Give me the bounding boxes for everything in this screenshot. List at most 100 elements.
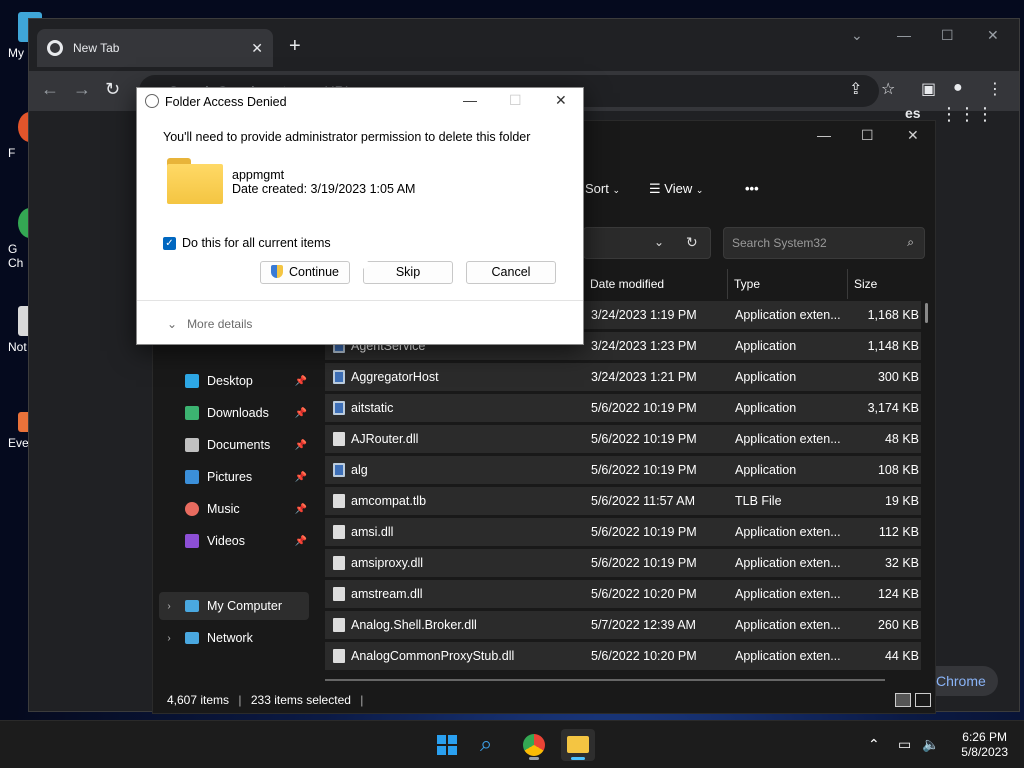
file-type: Application xyxy=(735,339,797,353)
continue-label: Continue xyxy=(288,265,340,279)
nav-item-label: Pictures xyxy=(207,470,253,484)
file-name: Analog.Shell.Broker.dll xyxy=(351,618,477,632)
chrome-tab[interactable]: New Tab ✕ xyxy=(37,29,273,67)
clock[interactable]: 6:26 PM 5/8/2023 xyxy=(961,730,1008,760)
table-row[interactable]: AJRouter.dll 5/6/2022 10:19 PM Application… xyxy=(325,425,921,453)
file-date-modified: 5/6/2022 10:20 PM xyxy=(591,649,697,663)
minimize-icon[interactable]: — xyxy=(897,27,911,43)
address-bar[interactable]: ⌄ ↻ xyxy=(583,227,711,259)
table-row[interactable]: aitstatic 5/6/2022 10:19 PM Application 3,1… xyxy=(325,394,921,422)
file-explorer-icon xyxy=(567,736,589,753)
pin-icon: 📌 xyxy=(294,439,307,451)
nav-item-my-computer[interactable]: › My Computer xyxy=(159,592,309,620)
cancel-button[interactable]: Cancel xyxy=(466,261,556,284)
checkmark-icon[interactable]: ✓ xyxy=(163,236,176,250)
network-status-icon[interactable]: ▭ xyxy=(898,736,911,753)
view-button[interactable]: ☰ View ⌄ xyxy=(649,181,703,197)
pin-icon: 📌 xyxy=(294,535,307,547)
close-icon[interactable]: ✕ xyxy=(907,127,919,144)
more-options-button[interactable]: ••• xyxy=(745,181,759,196)
close-tab-icon[interactable]: ✕ xyxy=(251,40,263,57)
uac-shield-icon xyxy=(270,265,283,278)
table-row[interactable]: alg 5/6/2022 10:19 PM Application 108 KB xyxy=(325,456,921,484)
table-row[interactable]: amcompat.tlb 5/6/2022 11:57 AM TLB File 19 … xyxy=(325,487,921,515)
back-icon[interactable]: ← xyxy=(41,79,59,100)
file-type: Application exten... xyxy=(735,432,841,446)
file-size: 48 KB xyxy=(884,432,919,446)
clock-time: 6:26 PM xyxy=(962,730,1007,744)
maximize-icon[interactable]: ☐ xyxy=(941,27,954,44)
close-icon[interactable]: ✕ xyxy=(555,92,567,109)
nav-item-videos[interactable]: Videos 📌 xyxy=(185,534,309,548)
skip-button[interactable]: Skip xyxy=(363,261,453,284)
taskbar-file-explorer-button[interactable] xyxy=(561,729,595,761)
file-icon xyxy=(333,618,345,632)
apps-grid-icon[interactable]: ⋮⋮⋮ xyxy=(940,104,994,125)
more-details-toggle[interactable]: ⌄ More details xyxy=(167,317,252,331)
column-divider xyxy=(847,269,848,299)
volume-icon[interactable]: 🔈 xyxy=(922,736,939,753)
computer-icon xyxy=(185,600,199,612)
vertical-scrollbar[interactable] xyxy=(925,303,928,323)
column-size[interactable]: Size xyxy=(854,277,877,291)
music-icon xyxy=(185,502,199,516)
profile-icon[interactable]: ● xyxy=(953,79,963,97)
table-row[interactable]: Analog.Shell.Broker.dll 5/7/2022 12:39 AM… xyxy=(325,611,921,639)
nav-item-desktop[interactable]: Desktop 📌 xyxy=(185,374,309,388)
table-row[interactable]: AggregatorHost 3/24/2023 1:21 PM Applicati… xyxy=(325,363,921,391)
new-tab-icon[interactable]: + xyxy=(289,35,301,58)
taskbar-chrome-button[interactable] xyxy=(517,729,551,761)
table-row[interactable]: AnalogCommonProxyStub.dll 5/6/2022 10:20 … xyxy=(325,642,921,670)
start-button[interactable] xyxy=(429,729,463,761)
continue-button[interactable]: Continue xyxy=(260,261,350,284)
chevron-up-icon[interactable]: ⌃ xyxy=(868,736,880,753)
taskbar: ⌕ ⌃ ▭ 🔈 6:26 PM 5/8/2023 xyxy=(0,720,1024,768)
nav-item-music[interactable]: Music 📌 xyxy=(185,502,309,516)
horizontal-scrollbar[interactable] xyxy=(325,679,885,681)
file-type: Application exten... xyxy=(735,649,841,663)
application-file-icon xyxy=(333,401,345,415)
chevron-right-icon[interactable]: › xyxy=(159,633,179,644)
nav-item-network[interactable]: › Network xyxy=(159,624,309,652)
column-date-modified[interactable]: Date modified xyxy=(590,277,664,291)
details-view-icon[interactable] xyxy=(895,693,911,707)
side-panel-icon[interactable]: ▣ xyxy=(921,79,936,99)
minimize-icon[interactable]: — xyxy=(463,92,477,108)
search-input[interactable]: Search System32 ⌕ xyxy=(723,227,925,259)
skip-label: Skip xyxy=(395,265,421,279)
cancel-label: Cancel xyxy=(491,265,531,279)
bookmark-star-icon[interactable]: ☆ xyxy=(881,79,895,99)
search-icon: ⌕ xyxy=(480,731,493,756)
table-row[interactable]: amsi.dll 5/6/2022 10:19 PM Application ext… xyxy=(325,518,921,546)
refresh-icon[interactable]: ↻ xyxy=(686,234,698,251)
pin-icon: 📌 xyxy=(294,503,307,515)
taskbar-search-button[interactable]: ⌕ xyxy=(473,729,507,761)
chevron-down-icon[interactable]: ⌄ xyxy=(654,235,664,249)
share-icon[interactable]: ⇪ xyxy=(849,79,862,99)
nav-item-documents[interactable]: Documents 📌 xyxy=(185,438,309,452)
chrome-header-text[interactable]: es xyxy=(905,105,921,121)
table-row[interactable]: amstream.dll 5/6/2022 10:20 PM Application… xyxy=(325,580,921,608)
maximize-icon[interactable]: ☐ xyxy=(861,127,874,144)
table-row[interactable]: amsiproxy.dll 5/6/2022 10:19 PM Applicatio… xyxy=(325,549,921,577)
apply-to-all-checkbox[interactable]: ✓ Do this for all current items xyxy=(163,236,331,250)
file-date-modified: 3/24/2023 1:23 PM xyxy=(591,339,697,353)
file-icon xyxy=(333,525,345,539)
close-icon[interactable]: ✕ xyxy=(987,27,999,44)
sort-button[interactable]: Sort ⌄ xyxy=(585,181,620,196)
nav-item-downloads[interactable]: Downloads 📌 xyxy=(185,406,309,420)
forward-icon[interactable]: → xyxy=(73,79,91,100)
nav-item-pictures[interactable]: Pictures 📌 xyxy=(185,470,309,484)
column-type[interactable]: Type xyxy=(734,277,760,291)
reload-icon[interactable]: ↻ xyxy=(105,79,120,100)
tiles-view-icon[interactable] xyxy=(915,693,931,707)
chevron-down-icon: ⌄ xyxy=(612,185,621,195)
chevron-down-icon[interactable]: ⌄ xyxy=(851,27,863,44)
file-name: amstream.dll xyxy=(351,587,423,601)
file-type: Application exten... xyxy=(735,618,841,632)
network-icon xyxy=(185,632,199,644)
chevron-right-icon[interactable]: › xyxy=(159,601,179,612)
menu-icon[interactable]: ⋮ xyxy=(987,79,1003,99)
minimize-icon[interactable]: — xyxy=(817,127,831,143)
file-type: Application exten... xyxy=(735,556,841,570)
